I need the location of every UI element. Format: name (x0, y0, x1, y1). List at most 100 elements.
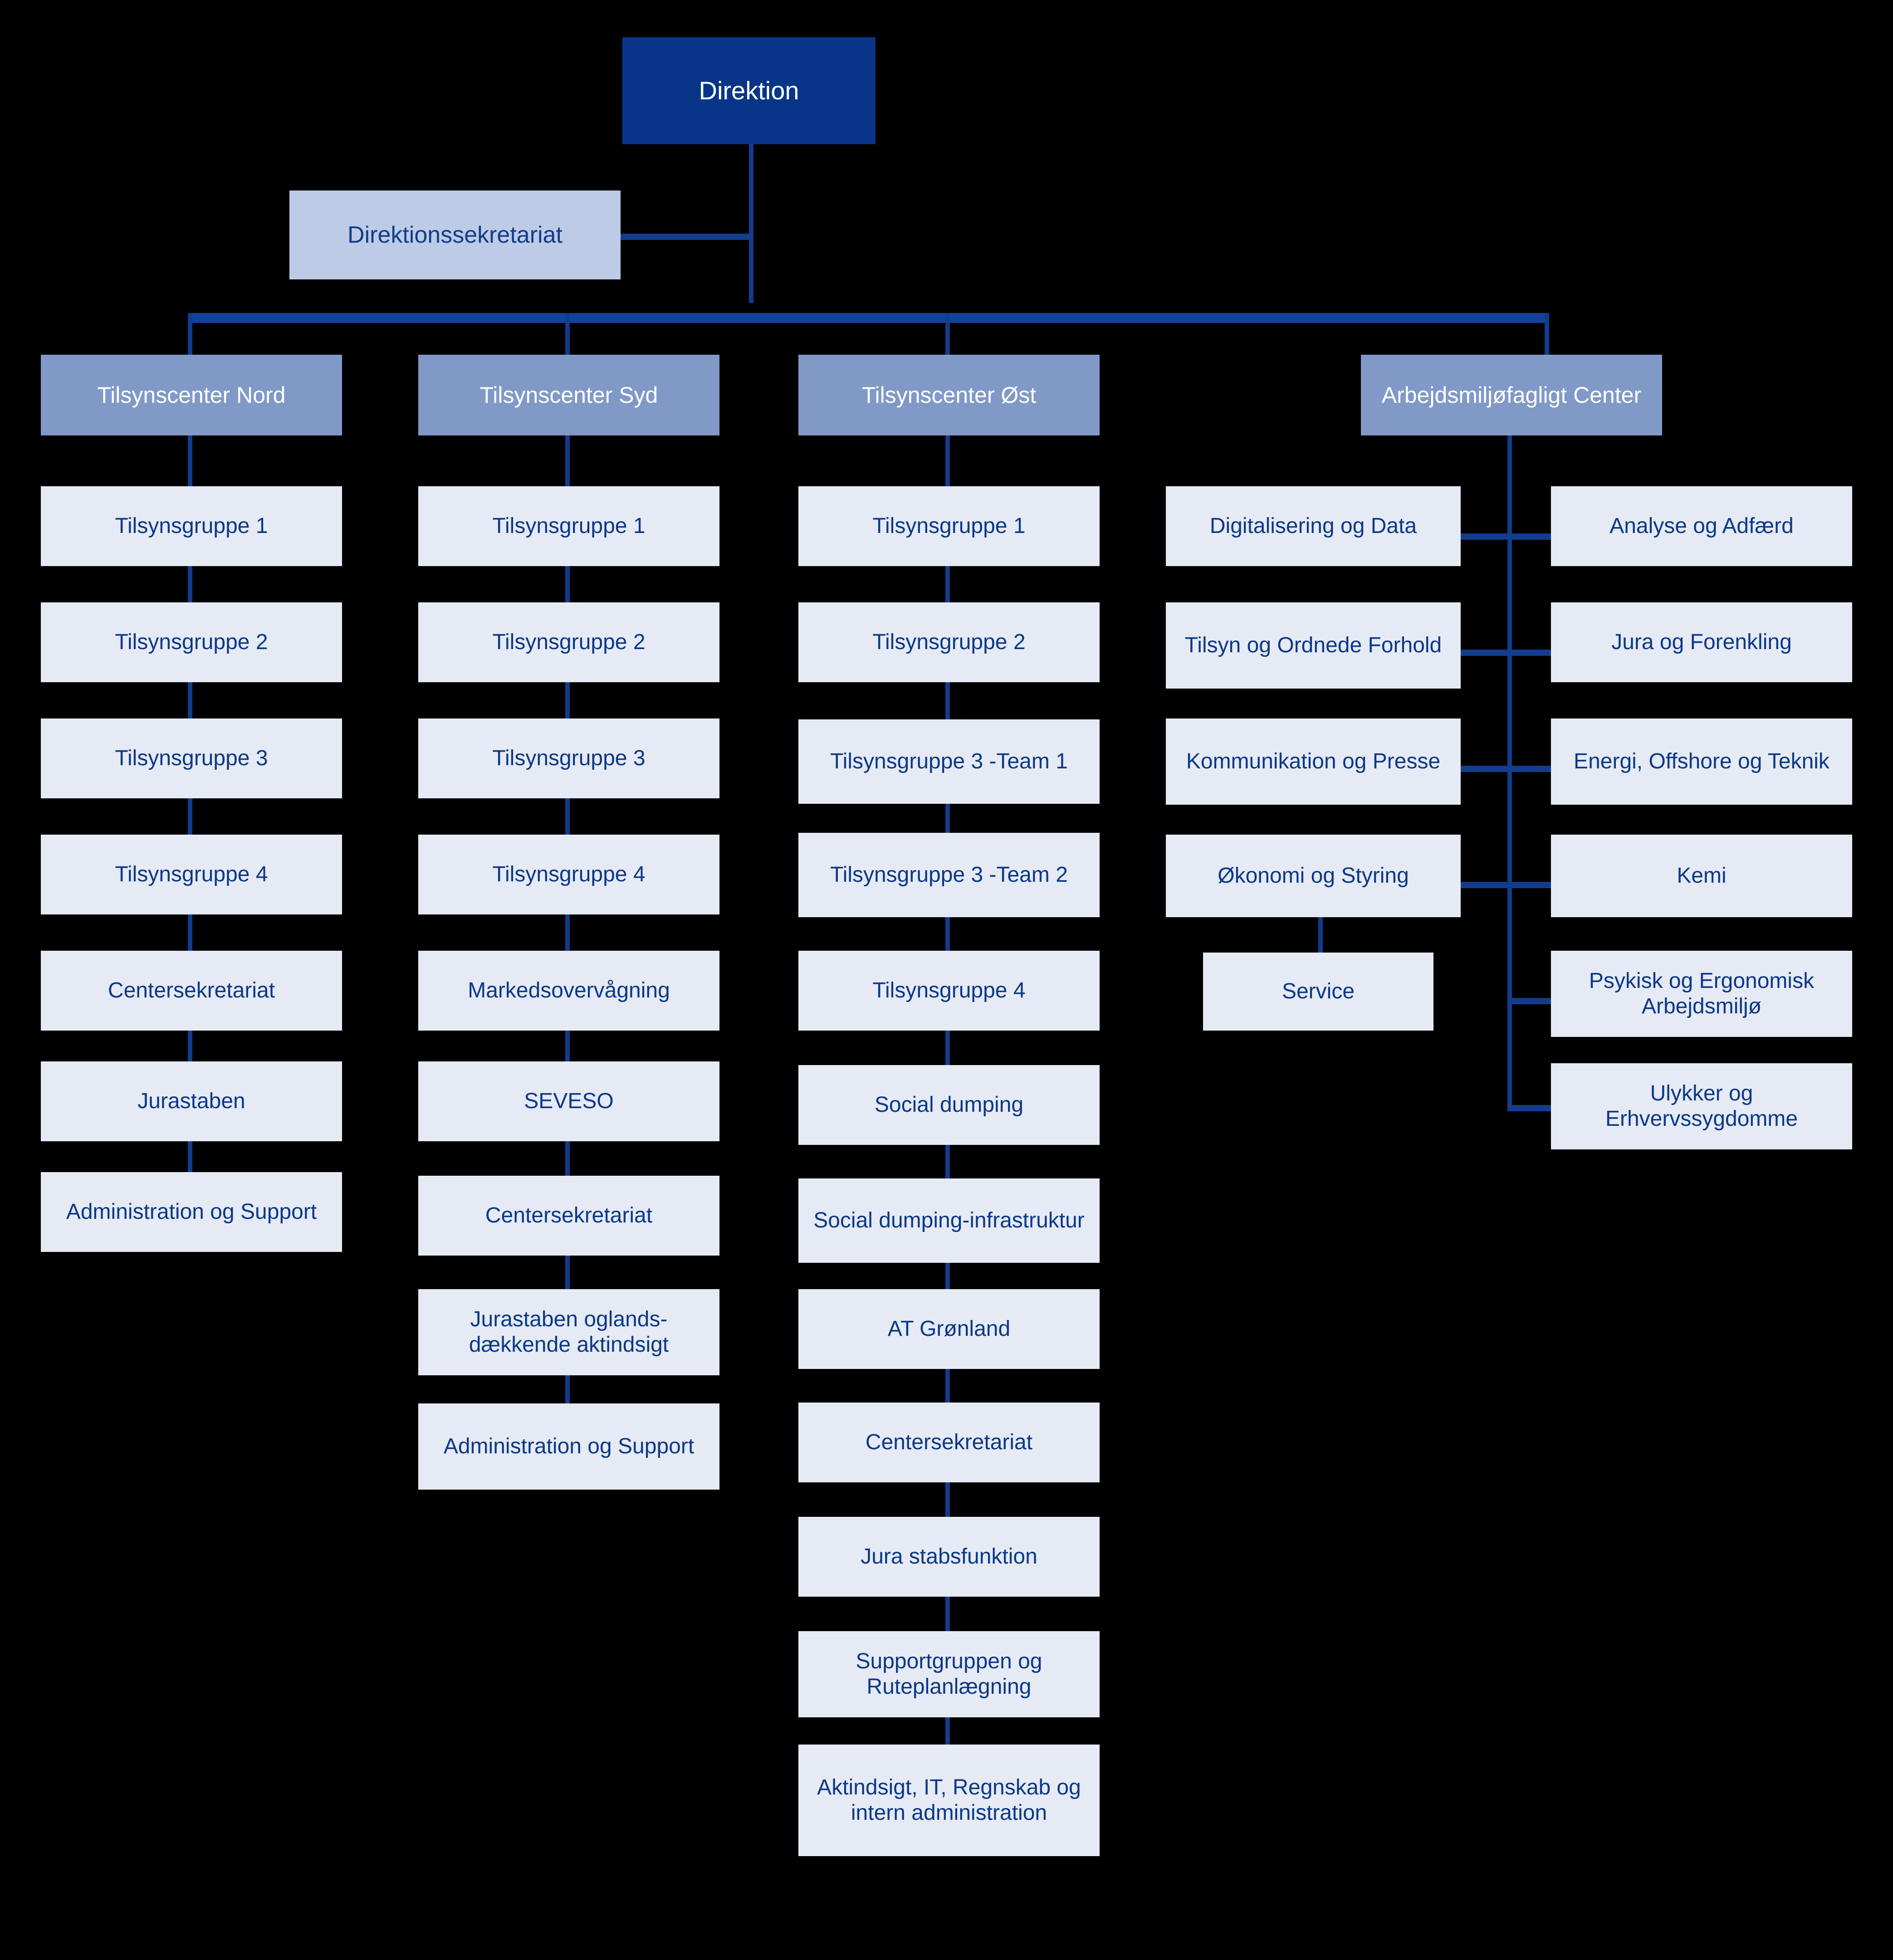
node-arbejdsmiljofagligt-center[interactable]: Arbejdsmiljøfagligt Center (1361, 355, 1662, 435)
leaf-syd-4[interactable]: Tilsynsgruppe 4 (418, 835, 719, 914)
node-label: Direktionssekretariat (347, 221, 563, 248)
node-label: Tilsynsgruppe 3 (115, 746, 268, 771)
leaf-syd-2[interactable]: Tilsynsgruppe 2 (418, 602, 719, 682)
node-label: Tilsynsgruppe 1 (115, 514, 268, 538)
node-label: Jurastaben (137, 1089, 245, 1114)
leaf-ost-8[interactable]: AT Grønland (798, 1289, 1100, 1369)
node-label: Økonomi og Styring (1218, 864, 1409, 888)
leaf-amfc-right-2[interactable]: Jura og Forenkling (1551, 602, 1852, 682)
node-label: Tilsyn og Ordnede Forhold (1184, 633, 1442, 658)
node-label: Ulykker og Erhvervssygdomme (1605, 1081, 1798, 1131)
leaf-amfc-right-5[interactable]: Psykisk og Ergonomisk Arbejdsmiljø (1551, 951, 1852, 1037)
node-label: Jura stabsfunktion (861, 1545, 1037, 1569)
leaf-ost-5[interactable]: Tilsynsgruppe 4 (798, 951, 1100, 1031)
connector-amfc-right-4 (1507, 882, 1553, 888)
node-label: Tilsynsgruppe 1 (492, 514, 646, 538)
node-label: Tilsynsgruppe 3 -Team 1 (830, 749, 1068, 774)
leaf-amfc-left-1[interactable]: Digitalisering og Data (1166, 486, 1461, 566)
node-label: Centersekretariat (865, 1430, 1033, 1455)
leaf-amfc-right-4[interactable]: Kemi (1551, 835, 1852, 917)
leaf-ost-11[interactable]: Supportgruppen og Ruteplanlægning (798, 1631, 1100, 1717)
node-label: Energi, Offshore og Teknik (1574, 749, 1829, 774)
node-label: Markedsovervågning (468, 978, 670, 1003)
leaf-ost-1[interactable]: Tilsynsgruppe 1 (798, 486, 1100, 566)
leaf-syd-3[interactable]: Tilsynsgruppe 3 (418, 719, 719, 798)
leaf-amfc-left-3[interactable]: Kommunikation og Presse (1166, 719, 1461, 805)
connector-amfc-right-1 (1507, 533, 1553, 540)
leaf-syd-8[interactable]: Jurastaben oglands-dækkende aktindsigt (418, 1289, 719, 1375)
leaf-amfc-right-6[interactable]: Ulykker og Erhvervssygdomme (1551, 1063, 1852, 1149)
connector-okonomi-service (1318, 917, 1323, 953)
leaf-syd-9[interactable]: Administration og Support (418, 1403, 719, 1490)
node-label: SEVESO (524, 1089, 614, 1114)
node-label: Aktindsigt, IT, Regnskab og intern admin… (817, 1775, 1081, 1825)
node-tilsynscenter-syd[interactable]: Tilsynscenter Syd (418, 355, 719, 435)
node-label: Administration og Support (66, 1200, 317, 1224)
node-label: Tilsynscenter Nord (97, 382, 286, 408)
leaf-nord-2[interactable]: Tilsynsgruppe 2 (41, 602, 342, 682)
node-label: Tilsynsgruppe 2 (115, 630, 268, 655)
connector-amfc-right-3 (1507, 766, 1553, 772)
leaf-ost-12[interactable]: Aktindsigt, IT, Regnskab og intern admin… (798, 1745, 1100, 1856)
connector-amfc-left-3 (1459, 766, 1509, 772)
leaf-nord-7[interactable]: Administration og Support (41, 1172, 342, 1252)
leaf-nord-5[interactable]: Centersekretariat (41, 951, 342, 1031)
node-label: Tilsynsgruppe 3 -Team 2 (830, 863, 1068, 887)
leaf-nord-4[interactable]: Tilsynsgruppe 4 (41, 835, 342, 914)
node-label: Service (1282, 979, 1355, 1004)
leaf-nord-6[interactable]: Jurastaben (41, 1061, 342, 1141)
leaf-ost-2[interactable]: Tilsynsgruppe 2 (798, 602, 1100, 682)
leaf-ost-6[interactable]: Social dumping (798, 1065, 1100, 1145)
node-tilsynscenter-ost[interactable]: Tilsynscenter Øst (798, 355, 1100, 435)
leaf-ost-7[interactable]: Social dumping-infrastruktur (798, 1178, 1100, 1263)
leaf-ost-4[interactable]: Tilsynsgruppe 3 -Team 2 (798, 833, 1100, 917)
node-label: Tilsynsgruppe 4 (115, 862, 268, 887)
leaf-nord-3[interactable]: Tilsynsgruppe 3 (41, 719, 342, 798)
node-label: Analyse og Adfærd (1609, 514, 1794, 538)
node-label: Administration og Support (443, 1434, 695, 1459)
node-label: Centersekretariat (108, 978, 275, 1003)
node-label: Digitalisering og Data (1209, 514, 1417, 538)
leaf-amfc-right-1[interactable]: Analyse og Adfærd (1551, 486, 1852, 566)
node-tilsynscenter-nord[interactable]: Tilsynscenter Nord (41, 355, 342, 435)
node-label: Social dumping (874, 1093, 1024, 1117)
connector-amfc-left-1 (1459, 533, 1509, 540)
node-label: Tilsynsgruppe 4 (872, 978, 1026, 1003)
node-label: Psykisk og Ergonomisk Arbejdsmiljø (1589, 969, 1815, 1018)
node-label: Supportgruppen og Ruteplanlægning (856, 1649, 1042, 1699)
leaf-amfc-left-4[interactable]: Økonomi og Styring (1166, 835, 1461, 917)
node-label: Jurastaben oglands-dækkende aktindsigt (469, 1307, 669, 1357)
connector-amfc-right-2 (1507, 650, 1553, 656)
leaf-syd-5[interactable]: Markedsovervågning (418, 951, 719, 1031)
node-label: Kemi (1677, 864, 1727, 888)
node-label: Centersekretariat (485, 1203, 653, 1228)
node-label: Direktion (699, 76, 799, 105)
node-label: Tilsynsgruppe 4 (492, 862, 646, 887)
leaf-amfc-left-2[interactable]: Tilsyn og Ordnede Forhold (1166, 602, 1461, 689)
leaf-ost-3[interactable]: Tilsynsgruppe 3 -Team 1 (798, 719, 1100, 804)
connector-main-bus (188, 313, 1549, 323)
connector-staff-link (621, 234, 752, 240)
node-label: Jura og Forenkling (1611, 630, 1792, 655)
node-label: Tilsynsgruppe 1 (872, 514, 1026, 538)
leaf-ost-10[interactable]: Jura stabsfunktion (798, 1517, 1100, 1597)
connector-amfc-right-5 (1507, 998, 1553, 1004)
node-label: Tilsynsgruppe 2 (872, 630, 1026, 655)
node-label: AT Grønland (887, 1317, 1011, 1341)
node-direktion[interactable]: Direktion (622, 37, 876, 144)
leaf-syd-7[interactable]: Centersekretariat (418, 1176, 719, 1256)
leaf-syd-1[interactable]: Tilsynsgruppe 1 (418, 486, 719, 566)
connector-amfc-right-6 (1507, 1105, 1553, 1111)
leaf-nord-1[interactable]: Tilsynsgruppe 1 (41, 486, 342, 566)
leaf-amfc-service[interactable]: Service (1203, 953, 1433, 1031)
leaf-syd-6[interactable]: SEVESO (418, 1061, 719, 1141)
node-direktionssekretariat[interactable]: Direktionssekretariat (289, 191, 621, 279)
node-label: Tilsynscenter Øst (861, 382, 1037, 408)
connector-root-down (749, 144, 753, 303)
node-label: Tilsynsgruppe 2 (492, 630, 646, 655)
leaf-amfc-right-3[interactable]: Energi, Offshore og Teknik (1551, 719, 1852, 805)
connector-amfc-left-4 (1459, 882, 1509, 888)
org-chart-canvas: Direktion Direktionssekretariat Tilsynsc… (0, 0, 1893, 1960)
leaf-ost-9[interactable]: Centersekretariat (798, 1403, 1100, 1482)
node-label: Tilsynscenter Syd (479, 382, 658, 408)
